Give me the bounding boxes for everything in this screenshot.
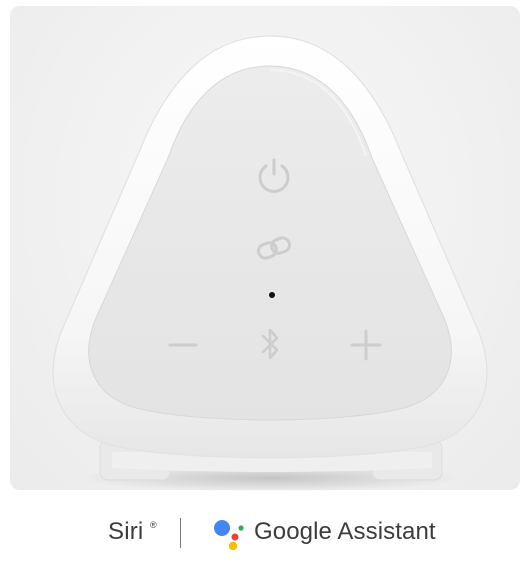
status-led	[269, 292, 275, 298]
registered-mark: ®	[150, 520, 157, 530]
google-assistant-icon	[214, 520, 244, 551]
speaker-illustration	[52, 35, 488, 492]
brand-divider	[180, 518, 181, 548]
voice-assistant-bar: Siri ® Google Assistant	[0, 500, 528, 568]
product-image-frame: Siri ® Google Assistant	[0, 0, 528, 568]
siri-label: Siri	[108, 518, 144, 545]
google-assistant-label: Google Assistant	[254, 518, 436, 545]
